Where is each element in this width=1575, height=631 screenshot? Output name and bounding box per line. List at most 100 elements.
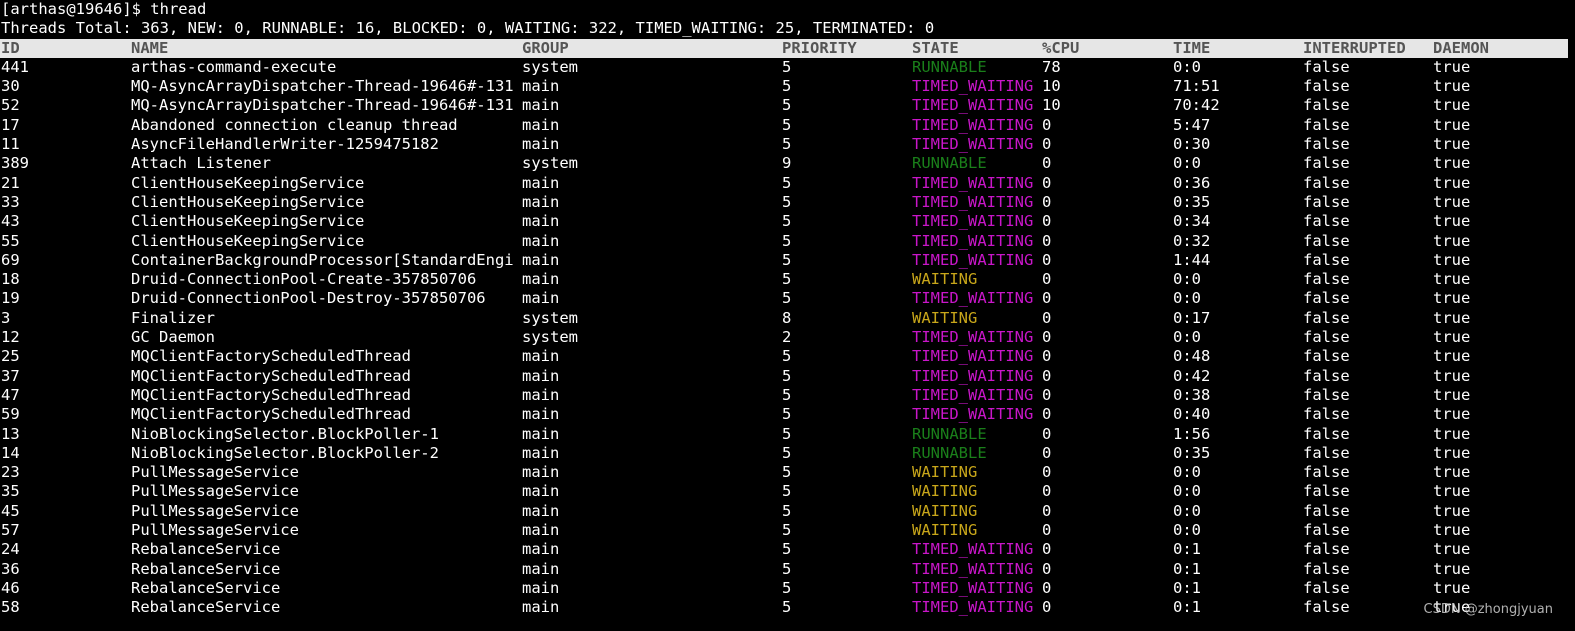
table-row: 18 Druid-ConnectionPool-Create-357850706 m… xyxy=(0,270,1575,289)
cell-time: 0:1 xyxy=(1173,559,1201,578)
thread-summary: Threads Total: 363, NEW: 0, RUNNABLE: 16… xyxy=(1,19,935,38)
cell-name: ContainerBackgroundProcessor[StandardEng… xyxy=(131,250,514,269)
cell-group: main xyxy=(522,501,560,520)
cell-time: 0:34 xyxy=(1173,212,1211,231)
cell-cpu: 0 xyxy=(1042,328,1052,347)
cell-group: main xyxy=(522,96,560,115)
cell-state: TIMED_WAITING xyxy=(912,328,1034,347)
cell-group: main xyxy=(522,598,560,617)
column-header-daemon: DAEMON xyxy=(1433,38,1489,57)
table-row: 11 AsyncFileHandlerWriter-1259475182 main 5… xyxy=(0,135,1575,154)
cell-daemon: true xyxy=(1433,559,1471,578)
cell-state: WAITING xyxy=(912,463,978,482)
cell-state: TIMED_WAITING xyxy=(912,540,1034,559)
cell-cpu: 0 xyxy=(1042,405,1052,424)
cell-name: Finalizer xyxy=(131,308,215,327)
cell-time: 0:35 xyxy=(1173,192,1211,211)
cell-time: 0:40 xyxy=(1173,405,1211,424)
cell-time: 0:38 xyxy=(1173,385,1211,404)
cell-interrupted: false xyxy=(1303,463,1350,482)
cell-priority: 5 xyxy=(782,501,792,520)
cell-time: 0:0 xyxy=(1173,154,1201,173)
cell-cpu: 78 xyxy=(1042,57,1061,76)
cell-priority: 5 xyxy=(782,443,792,462)
cell-time: 1:56 xyxy=(1173,424,1211,443)
column-header-name: NAME xyxy=(131,38,169,57)
cell-daemon: true xyxy=(1433,521,1471,540)
cell-time: 0:0 xyxy=(1173,521,1201,540)
cell-time: 0:35 xyxy=(1173,443,1211,462)
cell-state: TIMED_WAITING xyxy=(912,115,1034,134)
cell-name: ClientHouseKeepingService xyxy=(131,212,365,231)
cell-group: main xyxy=(522,192,560,211)
cell-daemon: true xyxy=(1433,540,1471,559)
cell-name: ClientHouseKeepingService xyxy=(131,231,365,250)
cell-name: PullMessageService xyxy=(131,521,299,540)
cell-group: main xyxy=(522,77,560,96)
cell-cpu: 0 xyxy=(1042,443,1052,462)
cell-name: MQClientFactoryScheduledThread xyxy=(131,385,411,404)
cell-state: TIMED_WAITING xyxy=(912,192,1034,211)
cell-id: 389 xyxy=(1,154,29,173)
cell-state: TIMED_WAITING xyxy=(912,385,1034,404)
table-row: 37 MQClientFactoryScheduledThread main 5 TIM… xyxy=(0,367,1575,386)
cell-cpu: 0 xyxy=(1042,192,1052,211)
cell-interrupted: false xyxy=(1303,424,1350,443)
cell-id: 37 xyxy=(1,366,20,385)
terminal-window[interactable]: [arthas@19646]$ thread Threads Total: 36… xyxy=(0,0,1575,631)
cell-name: RebalanceService xyxy=(131,559,281,578)
cell-time: 0:1 xyxy=(1173,540,1201,559)
cell-id: 35 xyxy=(1,482,20,501)
cell-id: 12 xyxy=(1,328,20,347)
cell-daemon: true xyxy=(1433,578,1471,597)
cell-daemon: true xyxy=(1433,96,1471,115)
cell-time: 0:42 xyxy=(1173,366,1211,385)
cell-priority: 5 xyxy=(782,598,792,617)
cell-id: 45 xyxy=(1,501,20,520)
cell-id: 59 xyxy=(1,405,20,424)
cell-group: main xyxy=(522,270,560,289)
cell-time: 0:36 xyxy=(1173,173,1211,192)
cell-id: 33 xyxy=(1,192,20,211)
cell-id: 23 xyxy=(1,463,20,482)
column-header-time: TIME xyxy=(1173,38,1211,57)
table-row: 58 RebalanceService main 5 TIMED_WAITING 0 0:1… xyxy=(0,598,1575,617)
cell-cpu: 0 xyxy=(1042,385,1052,404)
cell-interrupted: false xyxy=(1303,482,1350,501)
cell-interrupted: false xyxy=(1303,443,1350,462)
cell-interrupted: false xyxy=(1303,385,1350,404)
cell-cpu: 0 xyxy=(1042,559,1052,578)
cell-priority: 5 xyxy=(782,231,792,250)
cell-time: 0:0 xyxy=(1173,501,1201,520)
table-row: 59 MQClientFactoryScheduledThread main 5 TIM… xyxy=(0,405,1575,424)
cell-interrupted: false xyxy=(1303,559,1350,578)
cell-group: main xyxy=(522,540,560,559)
cell-priority: 5 xyxy=(782,482,792,501)
cell-state: RUNNABLE xyxy=(912,424,987,443)
cell-name: arthas-command-execute xyxy=(131,57,337,76)
cell-name: MQ-AsyncArrayDispatcher-Thread-19646#-13… xyxy=(131,96,514,115)
cell-cpu: 0 xyxy=(1042,135,1052,154)
cell-daemon: true xyxy=(1433,270,1471,289)
cell-id: 46 xyxy=(1,578,20,597)
cell-daemon: true xyxy=(1433,173,1471,192)
cell-interrupted: false xyxy=(1303,154,1350,173)
cell-state: TIMED_WAITING xyxy=(912,250,1034,269)
table-row: 36 RebalanceService main 5 TIMED_WAITING 0 0:1… xyxy=(0,560,1575,579)
cell-cpu: 0 xyxy=(1042,366,1052,385)
cell-priority: 5 xyxy=(782,115,792,134)
cell-name: AsyncFileHandlerWriter-1259475182 xyxy=(131,135,439,154)
cell-priority: 9 xyxy=(782,154,792,173)
command-prompt: [arthas@19646]$ thread xyxy=(1,0,207,18)
cell-priority: 5 xyxy=(782,385,792,404)
table-row: 25 MQClientFactoryScheduledThread main 5 TIM… xyxy=(0,347,1575,366)
cell-priority: 2 xyxy=(782,328,792,347)
cell-interrupted: false xyxy=(1303,289,1350,308)
cell-priority: 5 xyxy=(782,192,792,211)
cell-time: 71:51 xyxy=(1173,77,1220,96)
cell-daemon: true xyxy=(1433,328,1471,347)
column-header-id: ID xyxy=(1,38,20,57)
cell-id: 36 xyxy=(1,559,20,578)
cell-name: Druid-ConnectionPool-Destroy-357850706 xyxy=(131,289,486,308)
cell-priority: 5 xyxy=(782,521,792,540)
